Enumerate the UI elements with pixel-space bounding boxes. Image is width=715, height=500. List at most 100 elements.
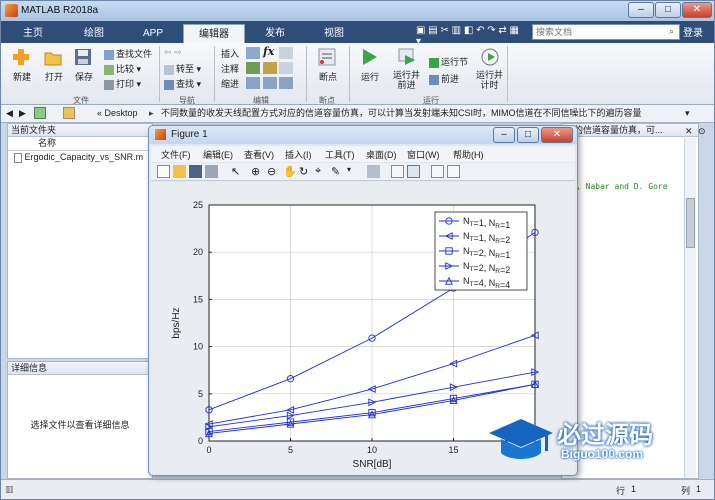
decrease-indent-icon[interactable] <box>279 77 293 89</box>
nav-back-forward[interactable]: ⇦ ⇨ <box>164 47 182 58</box>
goto-icon <box>164 64 174 75</box>
brush-icon[interactable]: ✎ <box>331 165 344 178</box>
breakpoints-button[interactable]: 断点 <box>319 70 337 83</box>
up-folder-icon[interactable] <box>34 107 46 119</box>
colorbar-icon[interactable] <box>391 165 404 178</box>
menu-view[interactable]: 查看(V) <box>244 148 274 161</box>
app-title: MATLAB R2018a <box>21 5 99 16</box>
goto-button[interactable]: 转至 ▾ <box>164 62 201 75</box>
insert-button[interactable]: 插入 <box>221 47 239 60</box>
compare-button[interactable]: 比较 ▾ <box>104 62 141 75</box>
path-dropdown-icon[interactable]: ▾ <box>685 105 690 122</box>
scrollbar-thumb[interactable] <box>686 198 695 248</box>
insert-menu-icon[interactable] <box>279 47 293 59</box>
save-figure-icon[interactable] <box>189 165 202 178</box>
figure-minimize-button[interactable]: – <box>493 127 515 143</box>
ribbon: 新建 打开 保存 查找文件 比较 ▾ 打印 ▾ 文件 ⇦ ⇨ 转至 ▾ 查找 ▾… <box>1 43 714 105</box>
tab-editor[interactable]: 编辑器 <box>183 24 245 43</box>
editor-close-icon[interactable]: ✕ <box>685 126 693 137</box>
back-arrow-icon[interactable]: ◀ <box>6 105 13 122</box>
editor-menu-icon[interactable]: ⊙ <box>698 126 706 137</box>
new-button[interactable]: 新建 <box>13 70 31 83</box>
close-button[interactable]: ✕ <box>682 2 712 18</box>
print-figure-icon[interactable] <box>205 165 218 178</box>
path-current[interactable]: 不同数量的收发天线配置方式对应的信道容量仿真，可以计算当发射端未知CSI时，MI… <box>161 105 676 122</box>
file-list-item[interactable]: Ergodic_Capacity_vs_SNR.m <box>8 151 152 164</box>
print-button[interactable]: 打印 ▾ <box>104 77 141 90</box>
tab-plots[interactable]: 绘图 <box>63 24 125 43</box>
show-tools-icon[interactable] <box>447 165 460 178</box>
title-bar: MATLAB R2018a – □ ✕ <box>1 1 714 21</box>
matlab-window: MATLAB R2018a – □ ✕ 主页 绘图 APP 编辑器 发布 视图 … <box>0 0 715 500</box>
quick-access-toolbar[interactable]: ▣ ▤ ✂ ▥ ◧ ↶ ↷ ⇄ ▦ ▾ <box>416 25 526 47</box>
menu-edit[interactable]: 编辑(E) <box>203 148 233 161</box>
comment-percent-icon[interactable] <box>246 62 260 74</box>
new-plus-icon <box>13 49 29 65</box>
smart-indent-icon[interactable] <box>246 77 260 89</box>
menu-help[interactable]: 帮助(H) <box>453 148 484 161</box>
y-axis-label: bps/Hz <box>171 307 182 338</box>
tab-view[interactable]: 视图 <box>305 24 363 43</box>
figure-title-bar[interactable]: Figure 1 – □ ✕ <box>149 126 577 144</box>
run-button[interactable]: 运行 <box>361 70 379 83</box>
wrap-comment-icon[interactable] <box>279 62 293 74</box>
maximize-button[interactable]: □ <box>655 2 681 18</box>
tab-publish[interactable]: 发布 <box>247 24 303 43</box>
x-tick-label: 0 <box>206 445 211 455</box>
menu-insert[interactable]: 插入(I) <box>285 148 312 161</box>
watermark-text: 必过源码 <box>557 422 653 449</box>
legend-icon[interactable] <box>407 165 420 178</box>
find-button[interactable]: 查找 ▾ <box>164 77 201 90</box>
advance-label: 前进 <box>441 74 460 84</box>
menu-window[interactable]: 窗口(W) <box>407 148 440 161</box>
comment-button[interactable]: 注释 <box>221 62 239 75</box>
find-files-button[interactable]: 查找文件 <box>104 47 152 60</box>
run-time-button[interactable]: 运行并 计时 <box>476 70 503 90</box>
figure-close-button[interactable]: ✕ <box>541 127 573 143</box>
zoom-in-icon[interactable]: ⊕ <box>251 165 264 178</box>
pan-hand-icon[interactable]: ✋ <box>283 165 297 178</box>
pointer-icon[interactable]: ↖ <box>231 165 244 178</box>
x-tick-label: 5 <box>288 445 293 455</box>
minimize-button[interactable]: – <box>628 2 654 18</box>
open-file-icon[interactable] <box>173 165 186 178</box>
status-grip-icon: ▥ <box>5 484 14 494</box>
uncomment-icon[interactable] <box>263 62 277 74</box>
indent-button[interactable]: 缩进 <box>221 77 239 90</box>
login-button[interactable]: 登录 <box>683 24 703 39</box>
save-button[interactable]: 保存 <box>75 70 93 83</box>
tab-apps[interactable]: APP <box>125 24 181 43</box>
insert-section-icon[interactable] <box>246 47 260 59</box>
name-column-label: 名称 <box>38 138 57 148</box>
link-plot-icon[interactable] <box>367 165 380 178</box>
name-column-header[interactable]: 名称 <box>8 137 152 151</box>
forward-arrow-icon[interactable]: ▶ <box>19 105 26 122</box>
tab-home[interactable]: 主页 <box>5 24 61 43</box>
figure-maximize-button[interactable]: □ <box>517 127 539 143</box>
fx-button[interactable]: fx <box>263 45 274 58</box>
rotate-3d-icon[interactable]: ↻ <box>299 165 312 178</box>
find-label: 查找 <box>176 79 195 89</box>
search-input[interactable]: 搜索文档 <box>532 24 680 40</box>
menu-desktop[interactable]: 桌面(D) <box>366 148 397 161</box>
run-advance-icon <box>398 48 415 65</box>
data-cursor-icon[interactable]: ⌖ <box>315 165 328 178</box>
path-separator-icon: ▸ <box>149 108 154 118</box>
path-prefix[interactable]: « Desktop <box>97 105 138 122</box>
browse-folder-icon[interactable] <box>63 107 75 119</box>
hide-tools-icon[interactable] <box>431 165 444 178</box>
row-value: 1 <box>631 484 637 494</box>
run-section-button[interactable]: 运行节 <box>429 55 468 68</box>
brush-dropdown-icon[interactable]: ▾ <box>347 165 360 178</box>
code-line[interactable]: , Nabar and D. Gore <box>576 182 668 191</box>
divider <box>306 46 307 102</box>
advance-button[interactable]: 前进 <box>429 72 459 85</box>
open-button[interactable]: 打开 <box>45 70 63 83</box>
new-figure-icon[interactable] <box>157 165 170 178</box>
zoom-out-icon[interactable]: ⊖ <box>267 165 280 178</box>
run-advance-button[interactable]: 运行并 前进 <box>393 70 420 90</box>
menu-file[interactable]: 文件(F) <box>161 148 191 161</box>
increase-indent-icon[interactable] <box>263 77 277 89</box>
menu-tools[interactable]: 工具(T) <box>325 148 355 161</box>
run-time-icon <box>481 48 499 66</box>
